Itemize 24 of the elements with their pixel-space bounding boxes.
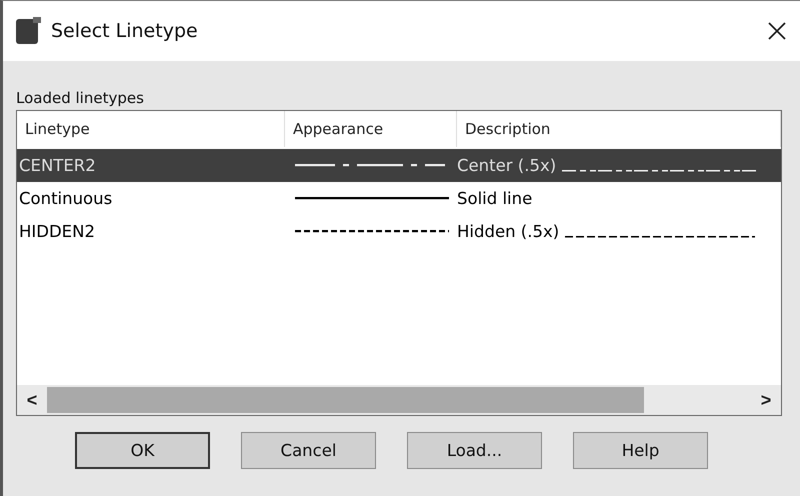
linetype-description: Center (.5x): [457, 156, 556, 175]
dialog-button[interactable]: Help: [573, 432, 708, 469]
window-title: Select Linetype: [51, 20, 198, 42]
linetype-row[interactable]: HIDDEN2 Hidden (.5x): [17, 215, 781, 248]
linetype-row[interactable]: CENTER2 Center (.5x): [17, 149, 781, 182]
linetype-name: Continuous: [18, 189, 114, 208]
column-header[interactable]: Linetype: [17, 111, 285, 147]
linetype-description: Solid line: [457, 189, 532, 208]
dialog-button[interactable]: Cancel: [241, 432, 376, 469]
horizontal-scrollbar[interactable]: < >: [17, 385, 781, 415]
scroll-left-button[interactable]: <: [17, 385, 47, 415]
linetype-name: HIDDEN2: [18, 222, 96, 241]
group-label: Loaded linetypes: [16, 89, 145, 107]
linetype-name: CENTER2: [18, 156, 97, 175]
column-header[interactable]: Appearance: [285, 111, 457, 147]
dialog-button[interactable]: OK: [75, 432, 210, 469]
dialog-button[interactable]: Load...: [407, 432, 542, 469]
scrollbar-thumb[interactable]: [47, 387, 644, 413]
scroll-right-button[interactable]: >: [751, 385, 781, 415]
linetype-description: Hidden (.5x): [457, 222, 560, 241]
linetype-row[interactable]: Continuous Solid line: [17, 182, 781, 215]
app-icon: [15, 17, 41, 45]
column-header[interactable]: Description: [457, 111, 781, 147]
close-icon: [768, 22, 786, 40]
